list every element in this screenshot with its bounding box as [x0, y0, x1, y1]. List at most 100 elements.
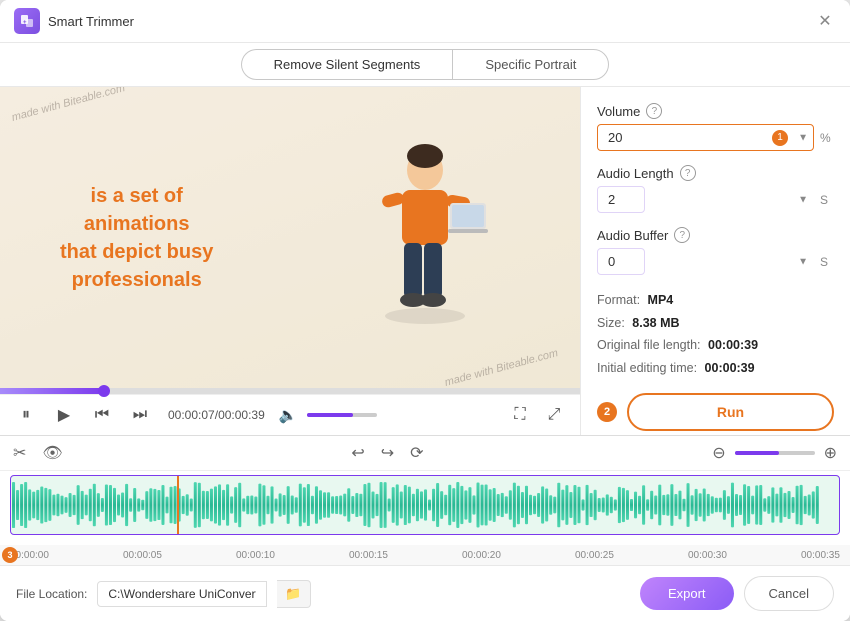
audio-length-select-wrapper: 2 1 3 ▼	[597, 186, 814, 213]
volume-help-icon[interactable]: ?	[646, 103, 662, 119]
time-display: 00:00:07/00:00:39	[168, 408, 265, 422]
timeline-area: ✂ 👁 ↩ ↪ ⟳ ⊖ ⊕	[0, 435, 850, 565]
title-bar: + Smart Trimmer ✕	[0, 0, 850, 43]
current-time: 00:00:07	[168, 408, 215, 422]
text-line3: that depict busy	[60, 241, 213, 263]
play-button[interactable]: ▶	[50, 401, 78, 429]
audio-length-arrow: ▼	[798, 194, 808, 205]
main-window: + Smart Trimmer ✕ Remove Silent Segments…	[0, 0, 850, 621]
timeline-ruler: 3 00:00:00 00:00:05 00:00:10 00:00:15 00…	[0, 545, 850, 565]
audio-buffer-help-icon[interactable]: ?	[674, 227, 690, 243]
video-panel: made with Biteable.com made with Biteabl…	[0, 87, 580, 435]
svg-text:+: +	[23, 20, 27, 26]
format-label: Format:	[597, 293, 640, 307]
volume-label-text: Volume	[597, 104, 640, 119]
audio-buffer-unit: S	[820, 255, 834, 269]
audio-buffer-select-wrapper: 0 1 2 ▼	[597, 248, 814, 275]
volume-input-wrapper: 1 ▼	[597, 124, 814, 151]
volume-field: Volume ? 1 ▼ %	[597, 103, 834, 151]
volume-badge: 1	[772, 130, 788, 146]
pause-button[interactable]: ⏸	[12, 401, 40, 429]
audio-length-help-icon[interactable]: ?	[680, 165, 696, 181]
skip-back-button[interactable]: ⏮	[88, 401, 116, 429]
audio-buffer-input-row: 0 1 2 ▼ S	[597, 248, 834, 275]
file-info: Format: MP4 Size: 8.38 MB Original file …	[597, 289, 834, 379]
size-label: Size:	[597, 316, 625, 330]
volume-icon: 🔈	[279, 406, 298, 424]
ruler-mark-3: 00:00:15	[349, 550, 388, 561]
cut-button[interactable]: ✂	[10, 440, 29, 466]
video-background: made with Biteable.com made with Biteabl…	[0, 87, 580, 388]
redo2-button[interactable]: ⟳	[407, 440, 426, 466]
ruler-mark-4: 00:00:20	[462, 550, 501, 561]
audio-length-field: Audio Length ? 2 1 3 ▼ S	[597, 165, 834, 213]
character-figure	[360, 138, 490, 338]
tab-bar: Remove Silent Segments Specific Portrait	[0, 43, 850, 87]
watermark-top-left: made with Biteable.com	[10, 87, 126, 124]
audio-length-unit: S	[820, 193, 834, 207]
ruler-badge: 3	[2, 547, 18, 563]
app-icon: +	[14, 8, 40, 34]
main-content: made with Biteable.com made with Biteabl…	[0, 87, 850, 435]
video-progress-bar[interactable]	[0, 388, 580, 394]
tab-remove-silent[interactable]: Remove Silent Segments	[241, 49, 453, 80]
window-title: Smart Trimmer	[48, 14, 134, 29]
file-browse-button[interactable]: 📁	[277, 580, 310, 608]
eye-button[interactable]: 👁	[39, 440, 65, 466]
waveform-track[interactable]: // Generate waveform bars const svgNS = …	[10, 475, 840, 535]
tab-specific-portrait[interactable]: Specific Portrait	[452, 49, 609, 80]
run-button[interactable]: Run	[627, 393, 834, 431]
fullscreen-button[interactable]: ⤢	[540, 401, 568, 429]
audio-length-select[interactable]: 2 1 3	[597, 186, 645, 213]
playhead[interactable]	[177, 475, 179, 535]
volume-label: Volume ?	[597, 103, 834, 119]
zoom-in-button[interactable]: ⊕	[821, 440, 840, 466]
init-time-row: Initial editing time: 00:00:39	[597, 357, 834, 380]
zoom-slider[interactable]	[735, 451, 815, 455]
ruler-mark-5: 00:00:25	[575, 550, 614, 561]
volume-dropdown-arrow: ▼	[798, 132, 808, 143]
close-button[interactable]: ✕	[814, 10, 836, 32]
ruler-mark-1: 00:00:05	[123, 550, 162, 561]
audio-buffer-field: Audio Buffer ? 0 1 2 ▼ S	[597, 227, 834, 275]
fit-screen-button[interactable]: ⛶	[506, 401, 534, 429]
orig-len-label: Original file length:	[597, 338, 701, 352]
format-value: MP4	[648, 293, 674, 307]
volume-input-row: 1 ▼ %	[597, 124, 834, 151]
orig-len-value: 00:00:39	[708, 338, 758, 352]
volume-slider[interactable]	[307, 413, 377, 417]
redo-button[interactable]: ↪	[378, 440, 397, 466]
title-bar-left: + Smart Trimmer	[14, 8, 134, 34]
waveform-svg: // Generate waveform bars const svgNS = …	[11, 476, 839, 534]
ruler-labels: 00:00:00 00:00:05 00:00:10 00:00:15 00:0…	[10, 550, 840, 561]
watermark-bottom-right: made with Biteable.com	[444, 347, 560, 388]
text-line1: is a set of	[91, 185, 183, 207]
right-panel: Volume ? 1 ▼ % Audio Length ?	[580, 87, 850, 435]
zoom-fill	[735, 451, 779, 455]
timeline-track: // Generate waveform bars const svgNS = …	[0, 471, 850, 545]
undo-button[interactable]: ↩	[348, 440, 367, 466]
volume-fill	[307, 413, 353, 417]
progress-fill	[0, 388, 104, 394]
cancel-button[interactable]: Cancel	[744, 576, 834, 611]
export-button[interactable]: Export	[640, 577, 734, 610]
progress-thumb[interactable]	[98, 385, 110, 397]
controls-bar: ⏸ ▶ ⏮ ⏭ 00:00:07/00:00:39 🔈 ⛶ ⤢	[0, 394, 580, 435]
orig-len-row: Original file length: 00:00:39	[597, 334, 834, 357]
format-row: Format: MP4	[597, 289, 834, 312]
timeline-toolbar: ✂ 👁 ↩ ↪ ⟳ ⊖ ⊕	[0, 436, 850, 471]
video-area: made with Biteable.com made with Biteabl…	[0, 87, 580, 388]
screen-buttons: ⛶ ⤢	[506, 401, 568, 429]
bottom-bar: File Location: 📁 Export Cancel	[0, 565, 850, 621]
text-line4: professionals	[72, 269, 202, 291]
zoom-out-button[interactable]: ⊖	[709, 440, 728, 466]
audio-length-label: Audio Length ?	[597, 165, 834, 181]
audio-buffer-select[interactable]: 0 1 2	[597, 248, 645, 275]
file-location-input[interactable]	[97, 581, 267, 607]
audio-length-input-row: 2 1 3 ▼ S	[597, 186, 834, 213]
audio-buffer-label: Audio Buffer ?	[597, 227, 834, 243]
ruler-mark-6: 00:00:30	[688, 550, 727, 561]
audio-buffer-arrow: ▼	[798, 256, 808, 267]
size-row: Size: 8.38 MB	[597, 312, 834, 335]
skip-forward-button[interactable]: ⏭	[126, 401, 154, 429]
